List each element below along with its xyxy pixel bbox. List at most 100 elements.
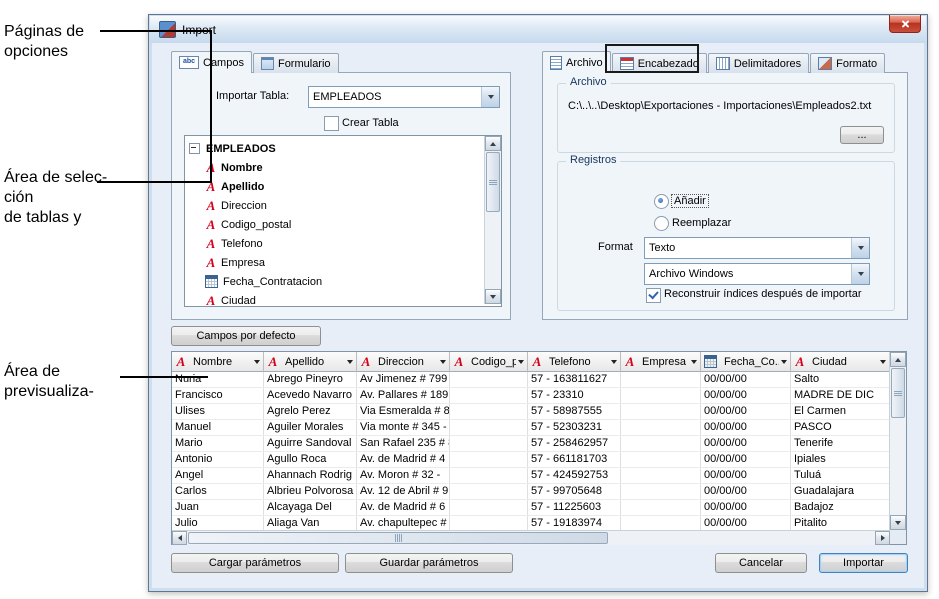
column-header-telefono[interactable]: ATelefono [528, 352, 621, 372]
table-cell: Av. de Madrid # 4 [357, 452, 450, 467]
chevron-down-icon [488, 95, 494, 99]
column-label: Codigo_p... [471, 356, 516, 368]
table-cell [450, 500, 528, 515]
table-row[interactable]: NuriaAbrego PineyroAv Jimenez # 79957 - … [172, 372, 890, 388]
column-header-apellido[interactable]: AApellido [264, 352, 357, 372]
table-cell: Ahannach Rodrig [264, 468, 357, 483]
tree-item-fecha_contratacion[interactable]: Fecha_Contratacion [205, 272, 322, 291]
tab-formato[interactable]: Formato [810, 53, 885, 73]
table-cell: Abrego Pineyro [264, 372, 357, 387]
column-dropdown-icon[interactable] [691, 360, 697, 364]
column-header-fecha_co[interactable]: Fecha_Co... [701, 352, 791, 372]
tree-item-codigo_postal[interactable]: ACodigo_postal [205, 215, 291, 234]
add-radio[interactable] [654, 194, 669, 209]
cancel-button[interactable]: Cancelar [715, 553, 807, 573]
arrow-up-icon [490, 142, 496, 146]
tree-item-ciudad[interactable]: ACiudad [205, 291, 256, 307]
encoding-combobox[interactable]: Archivo Windows [644, 263, 870, 285]
format-combobox[interactable]: Texto [644, 237, 870, 259]
table-cell: 00/00/00 [701, 452, 791, 467]
column-dropdown-icon[interactable] [781, 360, 787, 364]
table-fields-tree[interactable]: EMPLEADOS ANombreAApellidoADireccionACod… [184, 135, 502, 307]
column-header-empresa[interactable]: AEmpresa [621, 352, 701, 372]
combo-arrow-button[interactable] [481, 87, 499, 107]
combo-arrow-button[interactable] [851, 264, 869, 284]
column-dropdown-icon[interactable] [880, 360, 886, 364]
table-row[interactable]: CarlosAlbrieu PolvorosaAv. 12 de Abril #… [172, 484, 890, 500]
load-parameters-button[interactable]: Cargar parámetros [171, 553, 339, 573]
format-icon [818, 57, 832, 70]
save-parameters-button[interactable]: Guardar parámetros [345, 553, 513, 573]
default-fields-button[interactable]: Campos por defecto [171, 326, 321, 346]
tree-scrollbar[interactable] [484, 136, 501, 304]
column-dropdown-icon[interactable] [611, 360, 617, 364]
tree-item-nombre[interactable]: ANombre [205, 158, 263, 177]
combo-arrow-button[interactable] [851, 238, 869, 258]
grid-vertical-scrollbar[interactable] [889, 352, 906, 530]
scrollbar-thumb[interactable] [891, 368, 905, 418]
grid-header-row: ANombreAApellidoADireccionACodigo_p...AT… [172, 352, 890, 372]
table-cell [621, 500, 701, 515]
column-header-codigo_p[interactable]: ACodigo_p... [450, 352, 528, 372]
table-row[interactable]: AntonioAgullo RocaAv. de Madrid # 457 - … [172, 452, 890, 468]
scroll-left-button[interactable] [172, 531, 187, 545]
grid-horizontal-scrollbar[interactable] [172, 530, 890, 545]
import-table-combobox[interactable]: EMPLEADOS [308, 86, 500, 108]
calendar-icon [704, 355, 717, 368]
scrollbar-thumb[interactable] [486, 152, 500, 212]
scroll-right-button[interactable] [875, 531, 890, 545]
browse-button[interactable]: ... [840, 126, 884, 144]
replace-radio[interactable] [654, 216, 669, 231]
column-dropdown-icon[interactable] [254, 360, 260, 364]
column-header-nombre[interactable]: ANombre [172, 352, 264, 372]
format-label: Format [598, 241, 633, 253]
scroll-up-button[interactable] [890, 352, 906, 367]
column-dropdown-icon[interactable] [347, 360, 353, 364]
import-button[interactable]: Importar [819, 553, 908, 573]
column-dropdown-icon[interactable] [518, 360, 524, 364]
table-row[interactable]: ManuelAguiler MoralesVia monte # 345 -57… [172, 420, 890, 436]
table-cell: Via Esmeralda # 8 [357, 404, 450, 419]
column-dropdown-icon[interactable] [440, 360, 446, 364]
archivo-group-title: Archivo [566, 76, 611, 88]
fields-icon: abc [179, 56, 199, 69]
tree-root-employees[interactable]: EMPLEADOS [185, 139, 276, 158]
campos-tab-pane: Importar Tabla: EMPLEADOS Crear Tabla EM… [171, 72, 511, 320]
table-cell [450, 468, 528, 483]
column-label: Apellido [285, 356, 345, 368]
table-cell: Av. Pallares # 189 [357, 388, 450, 403]
table-row[interactable]: UlisesAgrelo PerezVia Esmeralda # 857 - … [172, 404, 890, 420]
table-cell: 57 - 23310 [528, 388, 621, 403]
tree-item-direccion[interactable]: ADireccion [205, 196, 267, 215]
registros-groupbox: Registros Añadir Reemplazar Format Texto… [557, 161, 895, 311]
table-row[interactable]: AngelAhannach RodrigAv. Moron # 32 -57 -… [172, 468, 890, 484]
collapse-icon[interactable] [189, 143, 200, 154]
table-row[interactable]: FranciscoAcevedo NavarroAv. Pallares # 1… [172, 388, 890, 404]
column-header-ciudad[interactable]: ACiudad [791, 352, 890, 372]
replace-radio-label[interactable]: Reemplazar [672, 217, 731, 229]
tab-delimitadores[interactable]: Delimitadores [708, 53, 809, 73]
registros-group-title: Registros [566, 154, 620, 166]
callout-line-preview [120, 376, 208, 378]
tree-item-label: Telefono [221, 238, 263, 250]
add-radio-label[interactable]: Añadir [672, 195, 708, 207]
title-bar[interactable]: Import [150, 16, 926, 43]
close-button[interactable] [889, 15, 921, 33]
table-cell: Julio [172, 516, 264, 530]
scroll-up-button[interactable] [485, 136, 501, 151]
table-row[interactable]: JuanAlcayaga DelAv. de Madrid # 657 - 11… [172, 500, 890, 516]
tree-item-empresa[interactable]: AEmpresa [205, 253, 265, 272]
scroll-down-button[interactable] [890, 515, 906, 530]
create-table-checkbox[interactable] [324, 116, 339, 131]
table-row[interactable]: MarioAguirre SandovalSan Rafael 235 # 85… [172, 436, 890, 452]
column-header-direccion[interactable]: ADireccion [357, 352, 450, 372]
scrollbar-thumb[interactable] [188, 532, 608, 544]
table-row[interactable]: JulioAliaga VanAv. chapultepec #57 - 191… [172, 516, 890, 530]
tab-formulario[interactable]: Formulario [253, 53, 339, 73]
tree-item-apellido[interactable]: AApellido [205, 177, 264, 196]
scroll-down-button[interactable] [485, 289, 501, 304]
tab-archivo[interactable]: Archivo [542, 51, 611, 73]
column-label: Empresa [642, 356, 689, 368]
tree-item-telefono[interactable]: ATelefono [205, 234, 263, 253]
rebuild-indexes-checkbox[interactable] [646, 288, 661, 303]
